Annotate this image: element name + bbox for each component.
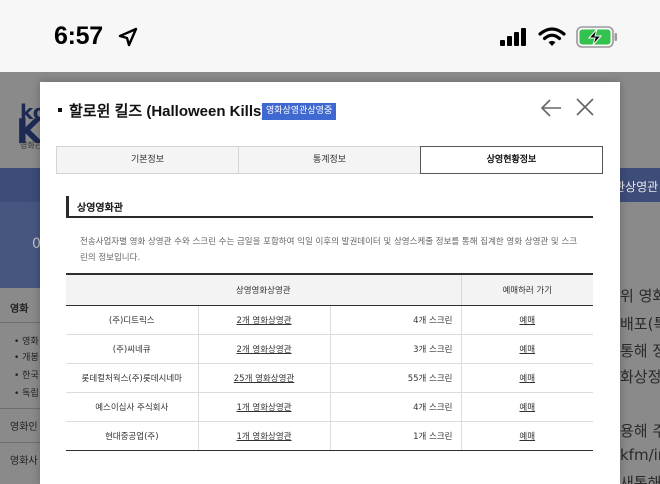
booking-link[interactable]: 예매 — [519, 316, 535, 326]
tab-basic-info[interactable]: 기본정보 — [56, 146, 238, 174]
cell-company: 롯데컬처웍스(주)롯데시네마 — [66, 363, 198, 393]
battery-charging-icon — [576, 26, 617, 48]
bg-sidebar-item: • 개봉 — [14, 353, 39, 363]
booking-link[interactable]: 예매 — [519, 403, 535, 413]
theater-count-link[interactable]: 25개 영화상영관 — [234, 374, 294, 384]
cell-screen-count: 55개 스크린 — [329, 363, 461, 393]
booking-link[interactable]: 예매 — [519, 345, 535, 355]
bg-right-text: kfm/inc — [620, 446, 660, 464]
cell-booking: 예매 — [460, 421, 593, 451]
theater-table: 상영영화상영관 예매하러 가기 (주)디트릭스 2개 영화상영관 4개 스크린 예매(… — [66, 273, 593, 451]
bg-right-text: 통해 정보 — [620, 342, 660, 360]
bg-sidebar-item: 영화 — [10, 304, 29, 315]
bg-sidebar-divider — [0, 442, 40, 443]
cell-booking: 예매 — [460, 334, 593, 364]
cell-screen-count: 3개 스크린 — [329, 334, 461, 364]
cell-company: (주)씨네큐 — [66, 334, 198, 364]
back-arrow-icon[interactable] — [539, 96, 563, 120]
theater-count-link[interactable]: 2개 영화상영관 — [236, 345, 291, 355]
cellular-signal-icon — [500, 28, 526, 46]
bg-right-text: 배포(특 — [620, 315, 660, 333]
table-header-row: 상영영화상영관 예매하러 가기 — [66, 273, 593, 306]
status-bar: 6:57 — [0, 0, 660, 72]
bg-sidebar-divider — [0, 322, 40, 323]
cell-booking: 예매 — [460, 305, 593, 335]
theater-count-link[interactable]: 1개 영화상영관 — [236, 403, 291, 413]
bg-nav-band-text: 관상영관 ▶ — [614, 180, 660, 194]
tab-screening-status[interactable]: 상영현황정보 — [420, 146, 603, 174]
movie-title: 할로윈 킬즈 (Halloween Kills) — [69, 103, 267, 120]
location-arrow-icon — [118, 27, 138, 47]
bg-logo-caption: 영화관 — [20, 141, 43, 150]
theater-count-link[interactable]: 1개 영화상영관 — [236, 432, 291, 442]
bg-sidebar-item: • 독립 — [14, 389, 39, 399]
table-header-booking: 예매하러 가기 — [460, 273, 593, 306]
info-tabs: 기본정보 통계정보 상영현황정보 — [56, 146, 603, 174]
movie-detail-modal: 할로윈 킬즈 (Halloween Kills) 영화상영관상영중 기본정보 통계… — [40, 82, 620, 484]
section-header: 상영영화관 — [66, 196, 593, 218]
status-time: 6:57 — [54, 22, 103, 50]
bg-right-text: 새통해 정 — [620, 474, 660, 484]
tab-statistics[interactable]: 통계정보 — [238, 146, 420, 174]
title-bullet — [58, 108, 62, 112]
table-row: 예스이십사 주식회사 1개 영화상영관 4개 스크린 예매 — [66, 392, 593, 422]
table-row: (주)디트릭스 2개 영화상영관 4개 스크린 예매 — [66, 305, 593, 335]
cell-theaters: 2개 영화상영관 — [197, 305, 330, 335]
wifi-icon — [538, 27, 566, 46]
cell-company: 현대중공업(주) — [66, 421, 198, 451]
cell-booking: 예매 — [460, 392, 593, 422]
table-row: (주)씨네큐 2개 영화상영관 3개 스크린 예매 — [66, 334, 593, 364]
cell-screen-count: 1개 스크린 — [329, 421, 461, 451]
bg-sidebar-item: 영화인 — [10, 422, 38, 433]
cell-screen-count: 4개 스크린 — [329, 392, 461, 422]
cell-theaters: 25개 영화상영관 — [197, 363, 330, 393]
bg-sidebar-item: • 영화 — [14, 337, 39, 347]
bg-right-text: 화상정보 — [620, 368, 660, 386]
cell-theaters: 1개 영화상영관 — [197, 392, 330, 422]
cell-booking: 예매 — [460, 363, 593, 393]
bg-right-text: 용해 주 — [620, 422, 660, 440]
cell-company: 예스이십사 주식회사 — [66, 392, 198, 422]
cell-company: (주)디트릭스 — [66, 305, 198, 335]
screening-status-badge: 영화상영관상영중 — [262, 103, 337, 120]
section-description: 전송사업자별 영화 상영관 수와 스크린 수는 금일을 포함하여 익일 이후의 … — [80, 237, 578, 263]
bg-sidebar-item: • 한국 — [14, 371, 39, 381]
theater-count-link[interactable]: 2개 영화상영관 — [236, 316, 291, 326]
bg-sidebar-item: 영화사 — [10, 456, 38, 467]
cell-theaters: 2개 영화상영관 — [197, 334, 330, 364]
bg-sidebar-divider — [0, 408, 40, 409]
close-icon[interactable] — [575, 97, 595, 117]
bg-right-text: 위 영화별 — [620, 287, 660, 305]
table-header-theaters: 상영영화상영관 — [66, 273, 461, 306]
table-row: 현대중공업(주) 1개 영화상영관 1개 스크린 예매 — [66, 421, 593, 451]
cell-theaters: 1개 영화상영관 — [197, 421, 330, 451]
booking-link[interactable]: 예매 — [519, 374, 535, 384]
cell-screen-count: 4개 스크린 — [329, 305, 461, 335]
table-row: 롯데컬처웍스(주)롯데시네마 25개 영화상영관 55개 스크린 예매 — [66, 363, 593, 393]
booking-link[interactable]: 예매 — [519, 432, 535, 442]
section-title: 상영영화관 — [77, 203, 123, 214]
